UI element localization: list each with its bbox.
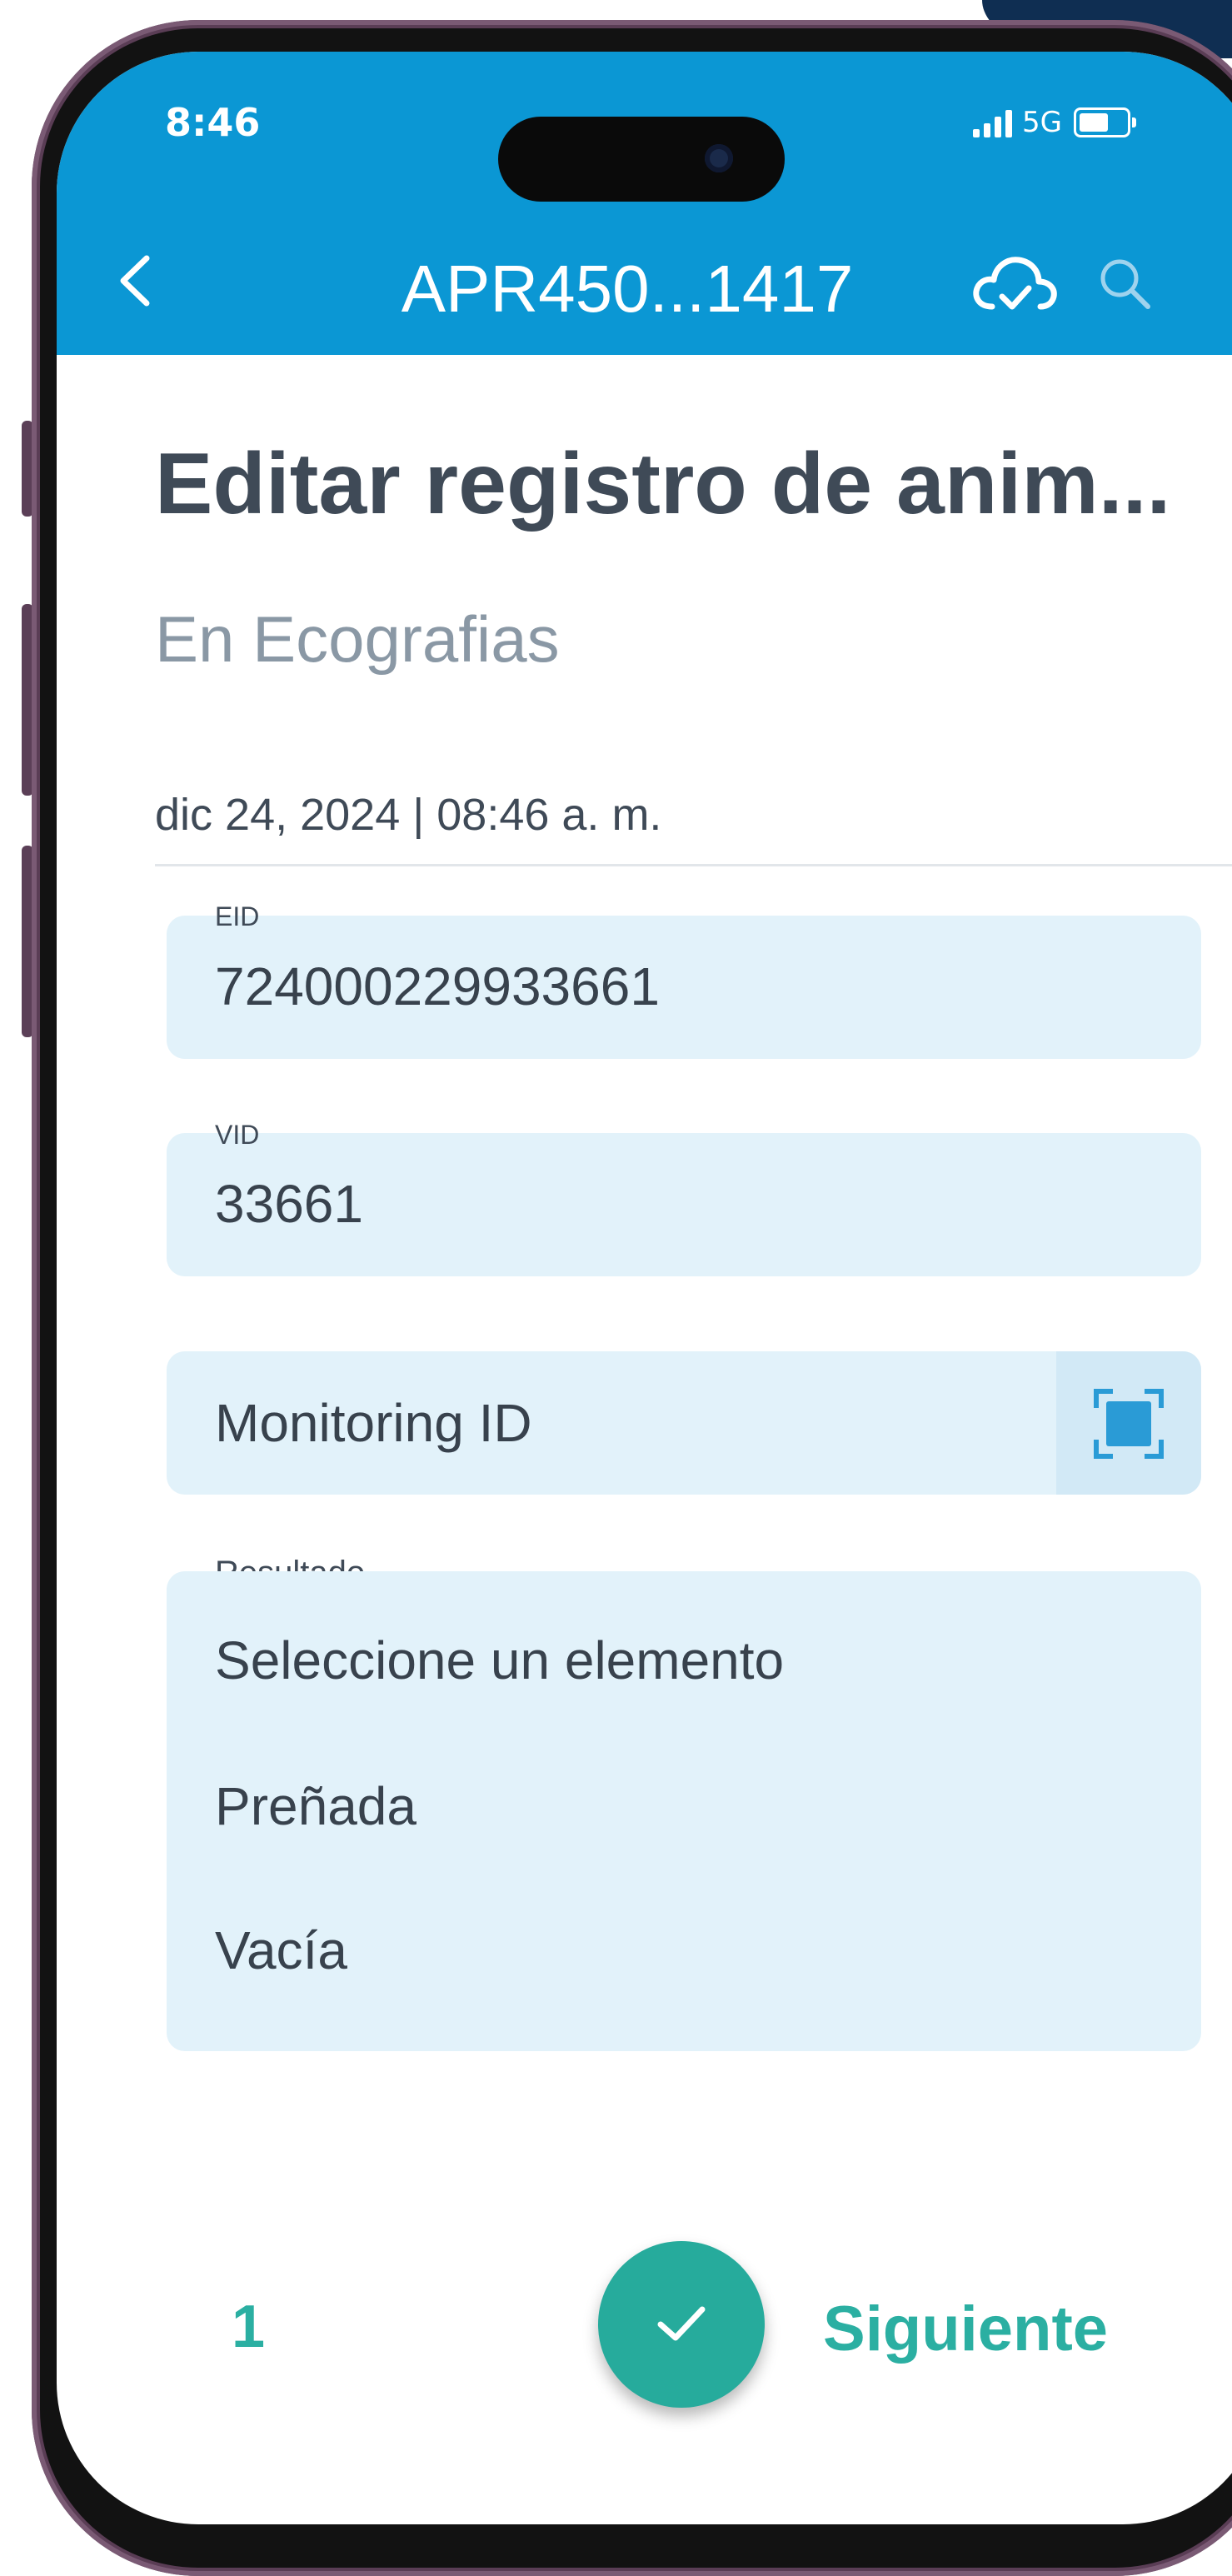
scan-button[interactable] (1056, 1351, 1201, 1495)
page-number: 1 (232, 2294, 266, 2360)
phone-frame: 8:46 5G APR450...1417 Editar registro de… (32, 20, 1232, 2576)
record-date: dic 24, 2024 | 08:46 a. m. (155, 790, 662, 840)
network-label: 5G (1022, 106, 1062, 139)
monitoring-id-input[interactable] (167, 1351, 1201, 1495)
camera-icon (705, 144, 733, 172)
cloud-check-icon[interactable] (969, 252, 1060, 318)
next-button[interactable]: Siguiente (823, 2293, 1108, 2365)
header-title: APR450...1417 (401, 252, 854, 326)
eid-value: 724000229933661 (215, 956, 660, 1016)
eid-label: EID (215, 901, 260, 931)
check-icon (657, 2306, 706, 2341)
page-subtitle: En Ecografias (155, 602, 560, 676)
app-bar: 8:46 5G APR450...1417 (57, 52, 1232, 355)
resultado-label: Resultado (215, 1553, 365, 1571)
option-vacia[interactable]: Vacía (215, 1920, 347, 1981)
battery-icon (1073, 107, 1136, 137)
signal-icon (973, 107, 1012, 137)
vid-label: VID (215, 1120, 260, 1150)
page-title: Editar registro de anim... (155, 436, 1171, 532)
vid-value: 33661 (215, 1174, 363, 1234)
confirm-button[interactable] (598, 2241, 765, 2408)
divider (155, 864, 1232, 866)
resultado-list: Seleccione un elemento Preñada Vacía (167, 1571, 1201, 2051)
search-icon[interactable] (1096, 255, 1155, 313)
scan-icon (1094, 1389, 1164, 1459)
option-prenada[interactable]: Preñada (215, 1775, 416, 1837)
dynamic-island (498, 117, 785, 202)
status-time: 8:46 (165, 100, 261, 145)
status-indicators: 5G (973, 103, 1136, 142)
chevron-left-icon[interactable] (112, 252, 162, 310)
option-seleccione[interactable]: Seleccione un elemento (215, 1630, 784, 1691)
app-screen: 8:46 5G APR450...1417 Editar registro de… (57, 52, 1232, 2524)
